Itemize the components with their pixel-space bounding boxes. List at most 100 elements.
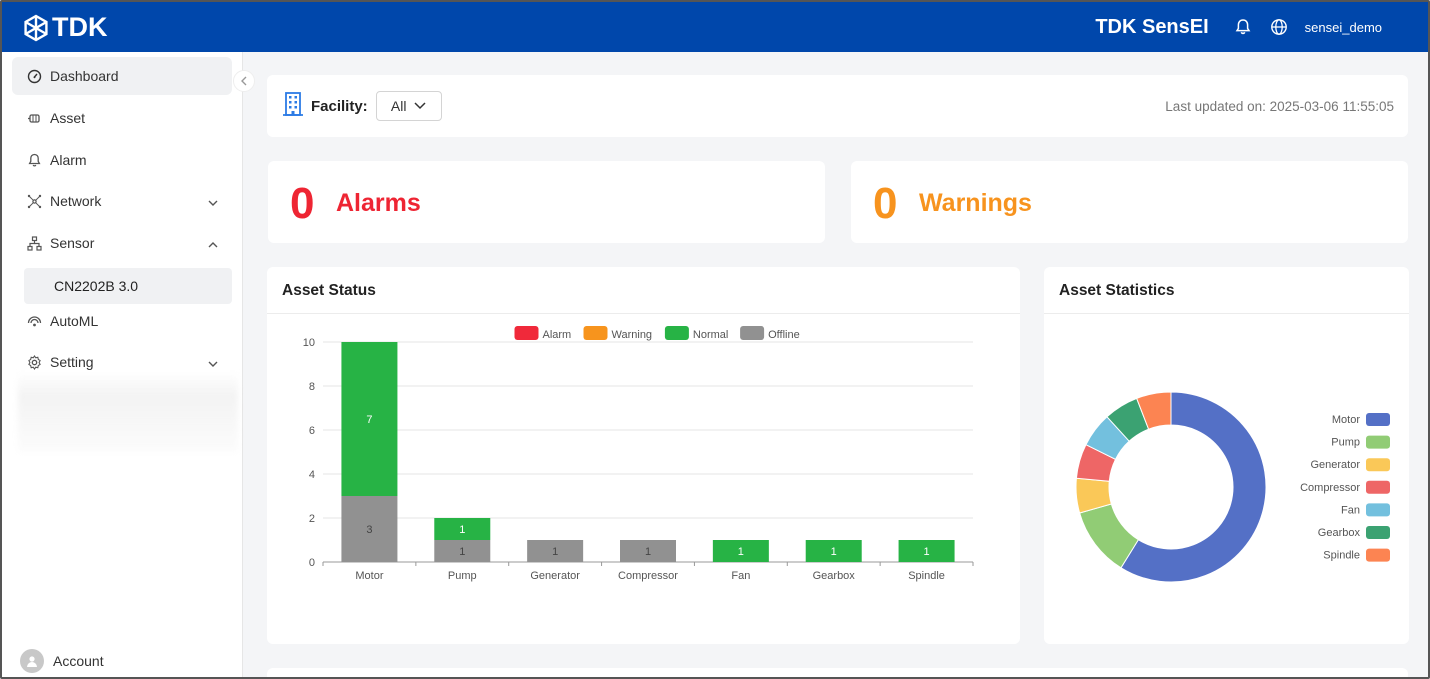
facility-bar: Facility: All Last updated on: 2025-03-0… <box>267 75 1408 137</box>
sidebar-item-label: Asset <box>50 110 86 126</box>
facility-label: Facility: <box>311 97 368 115</box>
sidebar-subitem-cn2202b[interactable]: CN2202B 3.0 <box>24 268 232 304</box>
alarms-card[interactable]: 0 Alarms <box>268 161 825 243</box>
legend-swatch-motor <box>1366 413 1390 426</box>
facility-select[interactable]: All <box>375 91 442 121</box>
sidebar-item-label: Sensor <box>50 235 95 251</box>
tdk-logo-icon <box>24 14 48 41</box>
bell-icon <box>26 152 42 168</box>
legend-label-warning: Warning <box>612 329 653 341</box>
chevron-down-icon <box>414 102 426 110</box>
x-tick-label: Generator <box>530 570 580 582</box>
header-actions: TDK SensEI sensei_demo <box>1095 2 1382 52</box>
y-tick-label: 6 <box>309 425 315 437</box>
legend-swatch-normal <box>664 326 689 340</box>
logo-text: TDK <box>52 12 108 42</box>
asset-status-title: Asset Status <box>282 282 376 299</box>
legend-label-generator: Generator <box>1310 459 1360 471</box>
y-tick-label: 0 <box>309 557 315 569</box>
legend-label-gearbox: Gearbox <box>1318 527 1361 539</box>
legend-label-fan: Fan <box>1341 504 1360 516</box>
asset-statistics-panel: Asset Statistics Motor Pump Generator Compr… <box>1044 267 1409 644</box>
bell-icon[interactable] <box>1234 18 1252 36</box>
chevron-up-icon <box>208 236 218 252</box>
sidebar-item-label: Network <box>50 193 102 209</box>
legend-swatch-generator <box>1366 458 1390 472</box>
asset-statistics-title: Asset Statistics <box>1059 282 1175 299</box>
facility-select-value: All <box>390 98 407 114</box>
legend-label-motor: Motor <box>1332 414 1360 426</box>
gear-icon <box>26 354 42 370</box>
y-tick-label: 4 <box>309 469 315 481</box>
sensor-icon <box>26 235 42 251</box>
sidebar-item-alarm[interactable]: Alarm <box>12 141 232 179</box>
legend-label-pump: Pump <box>1331 437 1360 449</box>
alarms-label: Alarms <box>336 189 421 217</box>
x-tick-label: Pump <box>448 570 477 582</box>
x-tick-label: Motor <box>355 570 383 582</box>
last-updated: Last updated on: 2025-03-06 11:55:05 <box>1165 99 1394 114</box>
legend-label-normal: Normal <box>693 329 728 341</box>
sidebar-item-asset[interactable]: Asset <box>12 99 232 137</box>
asset-status-panel: Asset Status Alarm Warning Normal Offline 0 2… <box>267 267 1020 644</box>
chevron-left-icon <box>241 76 247 86</box>
legend-swatch-compressor <box>1366 480 1390 494</box>
x-tick-label: Fan <box>731 570 750 582</box>
legend-swatch-offline <box>740 326 765 340</box>
legend-swatch-pump <box>1366 435 1390 449</box>
legend-swatch-fan <box>1366 503 1390 517</box>
x-tick-label: Gearbox <box>813 570 856 582</box>
bar-value-label: 3 <box>366 524 372 536</box>
chevron-down-icon <box>208 355 218 371</box>
next-panel-edge <box>267 668 1408 677</box>
bar-value-label: 7 <box>366 414 372 426</box>
avatar <box>20 649 44 673</box>
legend-swatch-warning <box>583 326 608 340</box>
alarms-count: 0 <box>290 179 315 228</box>
bar-value-label: 1 <box>459 524 465 536</box>
sidebar: Dashboard Asset Alarm Network Sensor CN2… <box>2 52 255 677</box>
account-menu[interactable]: Account <box>20 649 104 673</box>
warnings-card[interactable]: 0 Warnings <box>851 161 1408 243</box>
user-icon <box>27 656 37 667</box>
y-tick-label: 8 <box>309 381 315 393</box>
y-tick-label: 10 <box>303 337 315 349</box>
sidebar-item-network[interactable]: Network <box>12 182 232 220</box>
tdk-logo[interactable]: TDK <box>22 12 108 43</box>
sidebar-item-label: Dashboard <box>50 68 119 84</box>
collapse-sidebar-button[interactable] <box>233 70 255 92</box>
asset-status-chart: Alarm Warning Normal Offline 0 2 4 6 8 10 3 7 Motor 1… <box>303 326 974 582</box>
x-tick-label: Spindle <box>908 570 945 582</box>
legend-label-offline: Offline <box>768 329 800 341</box>
y-tick-label: 2 <box>309 513 315 525</box>
legend-swatch-spindle <box>1366 548 1390 562</box>
blurred-region <box>18 372 238 452</box>
app-name: TDK SensEI <box>1095 15 1209 38</box>
sidebar-item-label: Alarm <box>50 152 87 168</box>
asset-icon <box>26 110 42 126</box>
building-icon <box>283 91 303 121</box>
legend-label-alarm: Alarm <box>543 329 572 341</box>
sidebar-item-label: AutoML <box>50 313 99 329</box>
legend-swatch-alarm <box>514 326 539 340</box>
top-bar: TDK TDK SensEI sensei_demo <box>2 2 1428 52</box>
globe-icon[interactable] <box>1270 18 1288 36</box>
bar-value-label: 1 <box>738 546 744 558</box>
bar-value-label: 1 <box>552 546 558 558</box>
legend-label-spindle: Spindle <box>1323 550 1360 562</box>
account-label: Account <box>53 653 104 669</box>
sidebar-item-dashboard[interactable]: Dashboard <box>12 57 232 95</box>
warnings-count: 0 <box>873 179 898 228</box>
username[interactable]: sensei_demo <box>1305 20 1382 35</box>
legend-swatch-gearbox <box>1366 526 1390 539</box>
bar-value-label: 1 <box>645 546 651 558</box>
chevron-down-icon <box>208 194 218 210</box>
x-tick-label: Compressor <box>618 570 678 582</box>
app-window: TDK TDK SensEI sensei_demo Dashboard Ass… <box>0 0 1430 679</box>
sidebar-item-sensor[interactable]: Sensor <box>12 224 232 262</box>
automl-icon <box>26 313 42 329</box>
dashboard-icon <box>26 68 42 84</box>
warnings-label: Warnings <box>919 189 1032 217</box>
sidebar-item-automl[interactable]: AutoML <box>12 302 232 340</box>
facility-filter: Facility: All <box>283 91 442 121</box>
